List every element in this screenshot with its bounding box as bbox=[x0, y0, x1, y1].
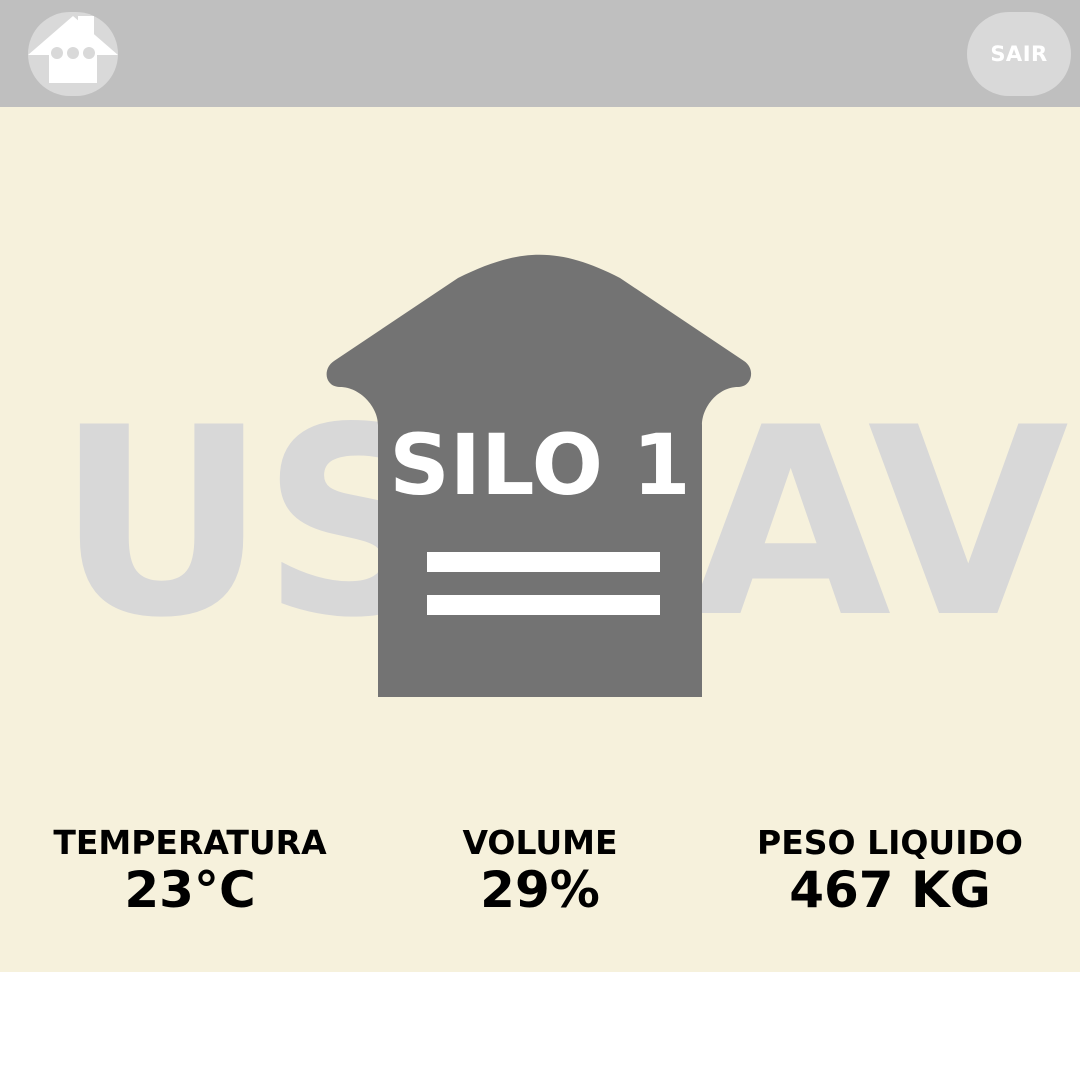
home-icon bbox=[28, 16, 118, 83]
silo-line-2 bbox=[427, 595, 660, 615]
home-button[interactable] bbox=[28, 12, 118, 96]
stat-label: VOLUME bbox=[462, 823, 618, 862]
stat-peso-liquido: PESO LIQUIDO 467 KG bbox=[720, 823, 1060, 918]
stat-value: 29% bbox=[480, 860, 600, 919]
stat-label: TEMPERATURA bbox=[53, 823, 327, 862]
stat-label: PESO LIQUIDO bbox=[757, 823, 1023, 862]
exit-button[interactable]: SAIR bbox=[967, 12, 1071, 96]
silo-title: SILO 1 bbox=[389, 416, 691, 514]
stat-volume: VOLUME 29% bbox=[370, 823, 710, 918]
stat-value: 23°C bbox=[124, 860, 256, 919]
stat-value: 467 KG bbox=[789, 860, 991, 919]
main-panel: US AV SILO 1 TEMPERATURA 23°C VOLUME 29%… bbox=[0, 107, 1080, 972]
silo-line-1 bbox=[427, 552, 660, 572]
stat-temperatura: TEMPERATURA 23°C bbox=[20, 823, 360, 918]
top-bar: SAIR bbox=[0, 0, 1080, 107]
